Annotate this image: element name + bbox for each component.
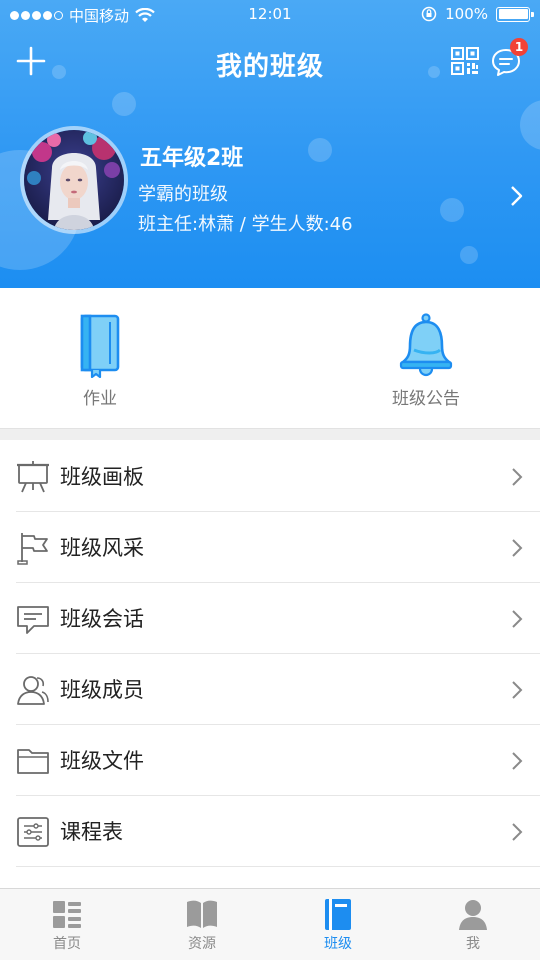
- battery-percent: 100%: [445, 5, 488, 23]
- class-motto: 学霸的班级: [138, 184, 228, 205]
- menu-label: 班级文件: [60, 749, 144, 773]
- tab-resources[interactable]: 资源: [152, 897, 252, 953]
- easel-board-icon: [17, 461, 49, 493]
- tab-class[interactable]: 班级: [288, 897, 388, 953]
- menu-label: 课程表: [60, 820, 123, 844]
- tab-bar: 首页 资源 班级 我: [0, 888, 540, 960]
- flag-icon: [17, 533, 48, 565]
- folder-icon: [17, 749, 49, 774]
- class-menu: 班级画板 班级风采 班级会话 班级成员 班级文件 课程表: [0, 441, 540, 867]
- menu-item-drawing-board[interactable]: 班级画板: [16, 441, 540, 512]
- open-book-icon: [187, 900, 217, 928]
- homework-label: 作业: [83, 389, 117, 409]
- announcement-action[interactable]: 班级公告: [326, 312, 526, 409]
- tab-label: 我: [466, 936, 480, 952]
- chevron-right-icon: [512, 468, 523, 486]
- homework-action[interactable]: 作业: [0, 312, 200, 409]
- tab-me[interactable]: 我: [423, 897, 523, 953]
- tab-home[interactable]: 首页: [17, 897, 117, 953]
- menu-label: 班级画板: [60, 465, 144, 489]
- battery-icon: [496, 6, 534, 22]
- home-grid-icon: [53, 901, 81, 928]
- menu-item-class-chat[interactable]: 班级会话: [16, 583, 540, 654]
- chevron-right-icon: [512, 539, 523, 557]
- announcement-bell-icon: [399, 313, 453, 377]
- menu-label: 班级风采: [60, 536, 144, 560]
- menu-label: 班级成员: [60, 678, 144, 702]
- class-avatar: [20, 126, 128, 234]
- class-teacher-students: 班主任:林萧 / 学生人数:46: [138, 214, 353, 235]
- chevron-right-icon: [512, 610, 523, 628]
- quick-actions: 作业 班级公告: [0, 288, 540, 428]
- chevron-right-icon: [512, 823, 523, 841]
- section-divider: [0, 428, 540, 440]
- qr-code-icon[interactable]: [450, 46, 480, 76]
- class-notebook-icon: [325, 899, 351, 930]
- tab-label: 首页: [53, 936, 81, 952]
- menu-item-schedule[interactable]: 课程表: [16, 796, 540, 867]
- menu-item-class-style[interactable]: 班级风采: [16, 512, 540, 583]
- homework-book-icon: [80, 314, 120, 378]
- orientation-lock-icon: [421, 6, 437, 22]
- menu-label: 班级会话: [60, 607, 144, 631]
- chevron-right-icon: [512, 681, 523, 699]
- members-icon: [17, 676, 49, 705]
- tab-label: 班级: [324, 936, 352, 952]
- status-bar: 中国移动 12:01 100%: [0, 0, 540, 30]
- class-name: 五年级2班: [140, 146, 244, 171]
- nav-bar: 我的班级 1: [0, 36, 540, 86]
- message-badge: 1: [510, 38, 528, 56]
- messages-button[interactable]: 1: [490, 38, 528, 78]
- class-card[interactable]: 五年级2班 学霸的班级 班主任:林萧 / 学生人数:46: [0, 124, 540, 244]
- user-icon: [459, 900, 487, 930]
- schedule-list-icon: [17, 817, 49, 847]
- tab-label: 资源: [188, 936, 216, 952]
- menu-item-class-files[interactable]: 班级文件: [16, 725, 540, 796]
- menu-item-class-members[interactable]: 班级成员: [16, 654, 540, 725]
- announcement-label: 班级公告: [392, 389, 460, 409]
- chat-message-icon: [17, 606, 49, 634]
- header: 中国移动 12:01 100% 我的班级 1 五年级2班 学霸的班级 班主任:林…: [0, 0, 540, 288]
- chevron-right-icon: [512, 752, 523, 770]
- chevron-right-icon[interactable]: [506, 184, 526, 208]
